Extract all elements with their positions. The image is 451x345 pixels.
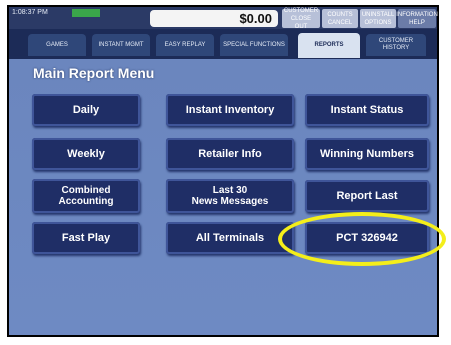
tab-special-functions[interactable]: SPECIAL FUNCTIONS [220,34,288,56]
report-last-label: Report Last [336,189,398,202]
winning-numbers-button[interactable]: Winning Numbers [305,138,429,170]
combined-accounting-button[interactable]: Combined Accounting [32,179,140,213]
weekly-label: Weekly [67,147,105,160]
instant-status-button[interactable]: Instant Status [305,94,429,126]
all-terminals-label: All Terminals [195,231,265,244]
customer-close-out-button[interactable]: CUSTOMER CLOSE OUT [282,8,320,30]
report-last-button[interactable]: Report Last [305,180,429,212]
daily-label: Daily [72,103,100,116]
instant-inventory-label: Instant Inventory [185,103,275,116]
tab-customer-history[interactable]: CUSTOMER HISTORY [366,34,426,56]
page-title: Main Report Menu [33,65,155,81]
tab-easy-replay[interactable]: EASY REPLAY [156,34,214,56]
uninstall-options-button[interactable]: UNINSTALL OPTIONS [360,9,396,28]
fast-play-button[interactable]: Fast Play [32,222,140,254]
daily-button[interactable]: Daily [32,94,140,126]
combined-accounting-label-line1: Combined [61,185,111,196]
winning-numbers-label: Winning Numbers [319,147,414,160]
all-terminals-button[interactable]: All Terminals [166,222,294,254]
tab-games[interactable]: GAMES [28,34,86,56]
instant-status-label: Instant Status [330,103,404,116]
tab-instant-mgmt[interactable]: INSTANT MGMT [92,34,150,56]
tab-reports[interactable]: REPORTS [298,33,360,58]
instant-inventory-button[interactable]: Instant Inventory [166,94,294,126]
last-30-news-messages-button[interactable]: Last 30 News Messages [166,179,294,213]
information-help-button[interactable]: INFORMATION HELP [396,9,438,28]
time-display: 1:08:37 PM [12,9,152,27]
balance-display: $0.00 [150,10,278,27]
highlight-ellipse [278,212,446,266]
weekly-button[interactable]: Weekly [32,138,140,170]
combined-accounting-label-line2: Accounting [58,196,114,207]
counts-cancel-button[interactable]: COUNTS CANCEL [322,9,358,28]
status-indicator [72,9,100,17]
retailer-info-button[interactable]: Retailer Info [166,138,294,170]
fast-play-label: Fast Play [61,231,111,244]
last30-label-line2: News Messages [191,196,269,207]
retailer-info-label: Retailer Info [198,147,262,160]
last30-label-line1: Last 30 [212,185,248,196]
time-label: 1:08:37 PM [12,9,48,16]
